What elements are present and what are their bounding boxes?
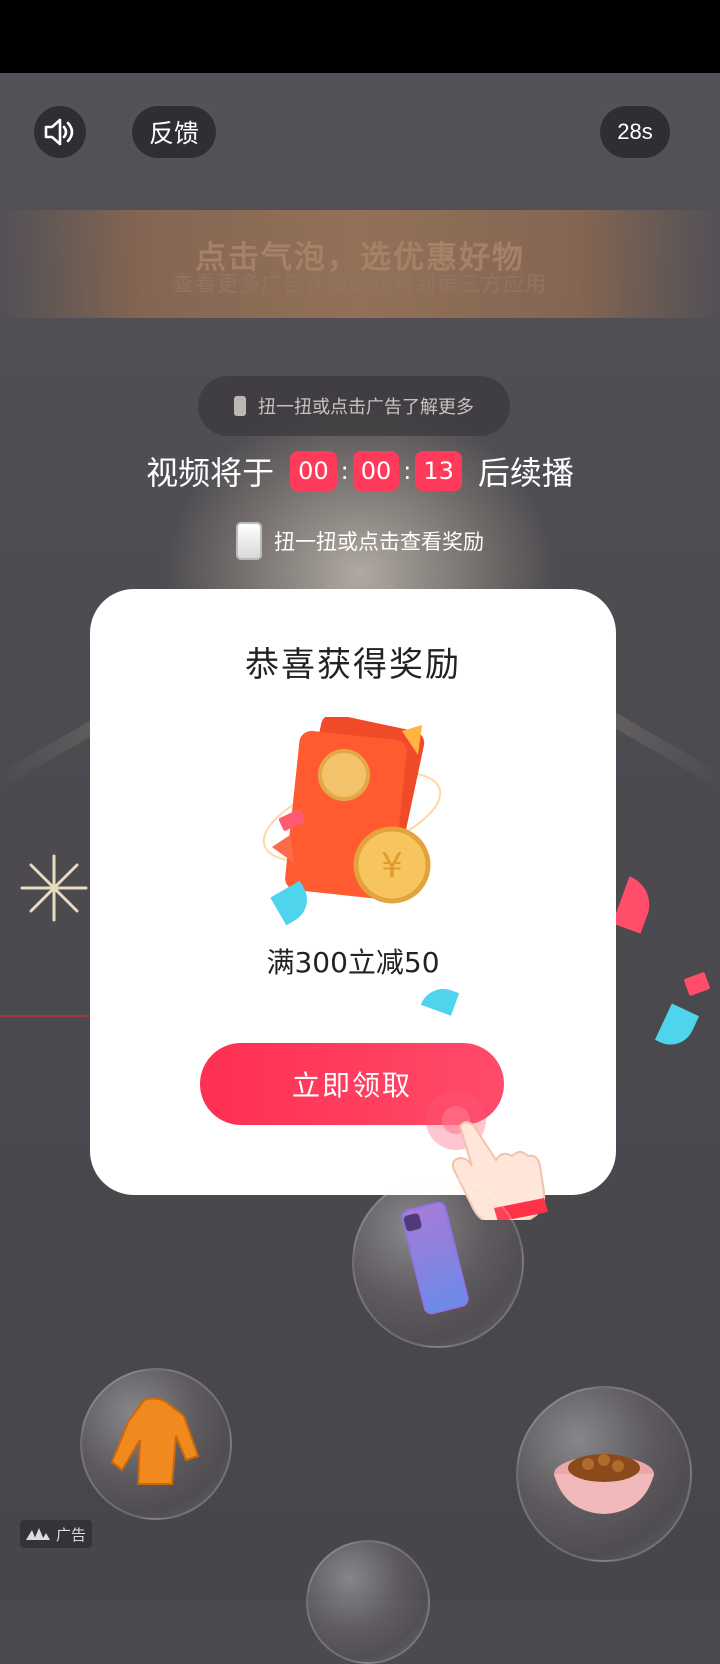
countdown-hours: 00	[290, 451, 337, 491]
phone-product-icon	[394, 1196, 484, 1324]
product-bubble-jacket[interactable]	[80, 1368, 232, 1520]
svg-text:¥: ¥	[381, 846, 403, 886]
countdown-colon: :	[403, 457, 411, 485]
pet-bowl-product-icon	[544, 1434, 664, 1524]
product-bubble-petfood[interactable]	[516, 1386, 692, 1562]
product-bubble-phone[interactable]	[352, 1176, 524, 1348]
countdown-colon: :	[341, 457, 349, 485]
shake-phone-icon	[236, 522, 262, 560]
countdown-seconds: 13	[415, 451, 462, 491]
modal-title: 恭喜获得奖励	[90, 637, 616, 686]
coupon-text: 满300立减50	[90, 941, 616, 981]
ad-badge: 广告	[20, 1520, 92, 1548]
speaker-icon	[43, 117, 77, 147]
countdown-suffix: 后续播	[478, 448, 574, 494]
shake-hint-pill[interactable]: 扭一扭或点击广告了解更多	[198, 376, 510, 436]
divider-line	[0, 1015, 92, 1017]
sound-button[interactable]	[32, 104, 88, 160]
status-bar	[0, 0, 720, 73]
reward-hint-text: 扭一扭或点击查看奖励	[274, 526, 484, 556]
banner-subtitle: 查看更多广告详情或跳转到第三方应用	[0, 268, 720, 298]
confetti	[421, 982, 459, 1015]
countdown-minutes: 00	[353, 451, 400, 491]
feedback-button[interactable]: 反馈	[130, 104, 218, 160]
product-bubble[interactable]	[306, 1540, 430, 1664]
shake-phone-icon	[234, 396, 246, 416]
reward-hint[interactable]: 扭一扭或点击查看奖励	[0, 522, 720, 560]
firework-decoration	[18, 852, 90, 924]
resume-countdown: 视频将于 00 : 00 : 13 后续播	[0, 448, 720, 494]
ad-badge-text: 广告	[56, 1524, 86, 1545]
skip-timer-button[interactable]: 28s	[598, 104, 672, 160]
jacket-product-icon	[106, 1394, 206, 1494]
countdown-prefix: 视频将于	[146, 448, 274, 494]
ad-logo-icon	[26, 1528, 50, 1540]
promo-banner: 点击气泡，选优惠好物 查看更多广告详情或跳转到第三方应用	[0, 210, 720, 318]
shake-hint-text: 扭一扭或点击广告了解更多	[258, 393, 474, 419]
